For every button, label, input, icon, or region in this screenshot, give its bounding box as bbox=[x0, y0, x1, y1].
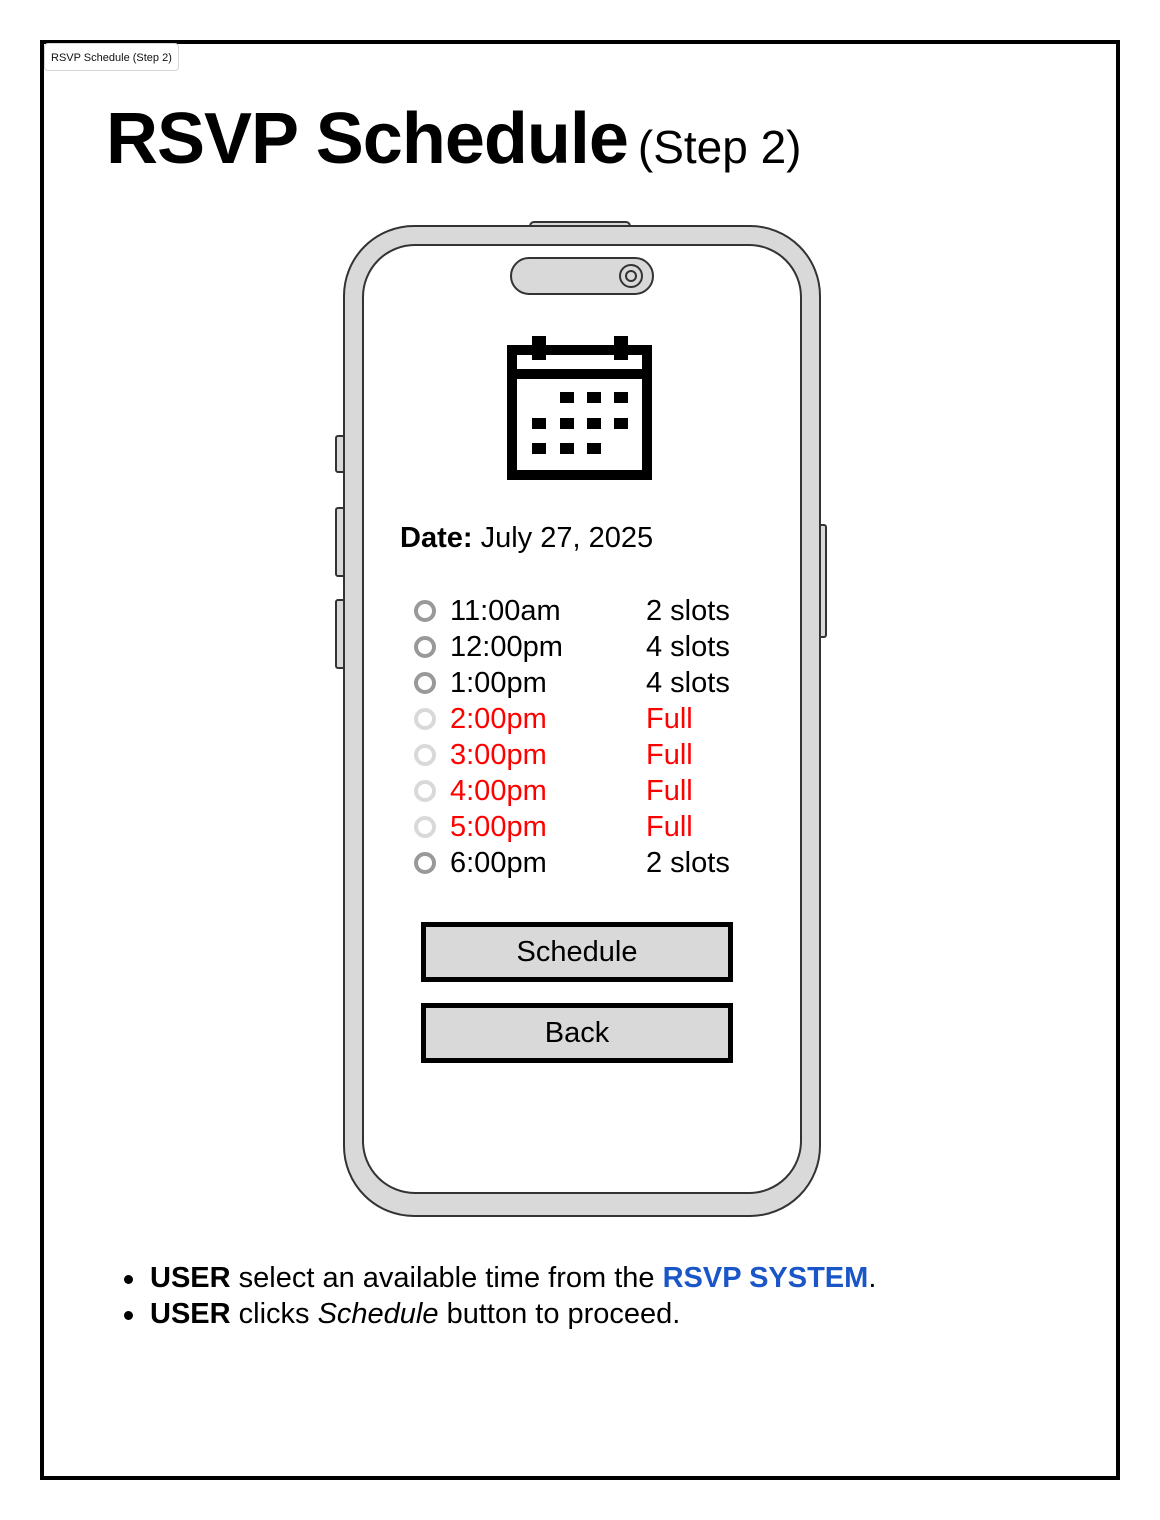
instruction-item: USER select an available time from the R… bbox=[123, 1260, 877, 1296]
slot-availability: Full bbox=[646, 703, 693, 735]
time-slot-full: 3:00pm Full bbox=[412, 738, 772, 774]
actor-label: USER bbox=[150, 1262, 231, 1294]
slot-time: 11:00am bbox=[450, 595, 561, 627]
time-slot[interactable]: 6:00pm 2 slots bbox=[412, 846, 772, 882]
instruction-text: . bbox=[868, 1262, 877, 1294]
slot-radio[interactable] bbox=[414, 852, 436, 874]
back-button[interactable]: Back bbox=[421, 1003, 733, 1063]
slot-time: 4:00pm bbox=[450, 775, 547, 807]
slot-availability: 4 slots bbox=[646, 667, 730, 699]
time-slot-full: 2:00pm Full bbox=[412, 702, 772, 738]
camera-icon bbox=[619, 264, 643, 288]
slot-time: 1:00pm bbox=[450, 667, 547, 699]
slot-radio-disabled bbox=[414, 708, 436, 730]
slot-availability: 2 slots bbox=[646, 595, 730, 627]
time-slot-full: 4:00pm Full bbox=[412, 774, 772, 810]
instruction-text: select an available time from the bbox=[230, 1262, 663, 1294]
slot-availability: 2 slots bbox=[646, 847, 730, 879]
slot-radio[interactable] bbox=[414, 600, 436, 622]
time-slot-full: 5:00pm Full bbox=[412, 810, 772, 846]
date-value: July 27, 2025 bbox=[480, 522, 654, 554]
slot-time: 6:00pm bbox=[450, 847, 547, 879]
title-sub: (Step 2) bbox=[637, 121, 802, 173]
title-main: RSVP Schedule bbox=[106, 99, 629, 179]
instruction-text: button to proceed. bbox=[438, 1298, 681, 1330]
slot-availability: Full bbox=[646, 775, 693, 807]
time-slot[interactable]: 11:00am 2 slots bbox=[412, 594, 772, 630]
instruction-item: USER clicks Schedule button to proceed. bbox=[123, 1296, 876, 1332]
page-title: RSVP Schedule (Step 2) bbox=[106, 98, 802, 180]
slot-time: 5:00pm bbox=[450, 811, 547, 843]
instruction-emphasis: Schedule bbox=[317, 1298, 439, 1330]
slot-radio-disabled bbox=[414, 744, 436, 766]
system-label: RSVP SYSTEM bbox=[662, 1262, 869, 1294]
time-slot[interactable]: 1:00pm 4 slots bbox=[412, 666, 772, 702]
slot-availability: Full bbox=[646, 811, 693, 843]
actor-label: USER bbox=[150, 1298, 231, 1330]
slot-availability: 4 slots bbox=[646, 631, 730, 663]
slot-radio[interactable] bbox=[414, 672, 436, 694]
slot-availability: Full bbox=[646, 739, 693, 771]
slot-time: 3:00pm bbox=[450, 739, 547, 771]
time-slot[interactable]: 12:00pm 4 slots bbox=[412, 630, 772, 666]
instruction-text: clicks bbox=[230, 1298, 318, 1330]
slot-time: 2:00pm bbox=[450, 703, 547, 735]
slot-radio[interactable] bbox=[414, 636, 436, 658]
instructions: USER select an available time from the R… bbox=[123, 1260, 877, 1332]
date-label: Date: bbox=[400, 522, 473, 554]
time-slot-list: 11:00am 2 slots 12:00pm 4 slots 1:00pm 4… bbox=[412, 594, 772, 882]
schedule-button[interactable]: Schedule bbox=[421, 922, 733, 982]
slot-time: 12:00pm bbox=[450, 631, 563, 663]
page-tab[interactable]: RSVP Schedule (Step 2) bbox=[44, 43, 179, 71]
slot-radio-disabled bbox=[414, 780, 436, 802]
date-line: Date: July 27, 2025 bbox=[400, 522, 653, 555]
calendar-icon bbox=[504, 335, 656, 481]
slot-radio-disabled bbox=[414, 816, 436, 838]
